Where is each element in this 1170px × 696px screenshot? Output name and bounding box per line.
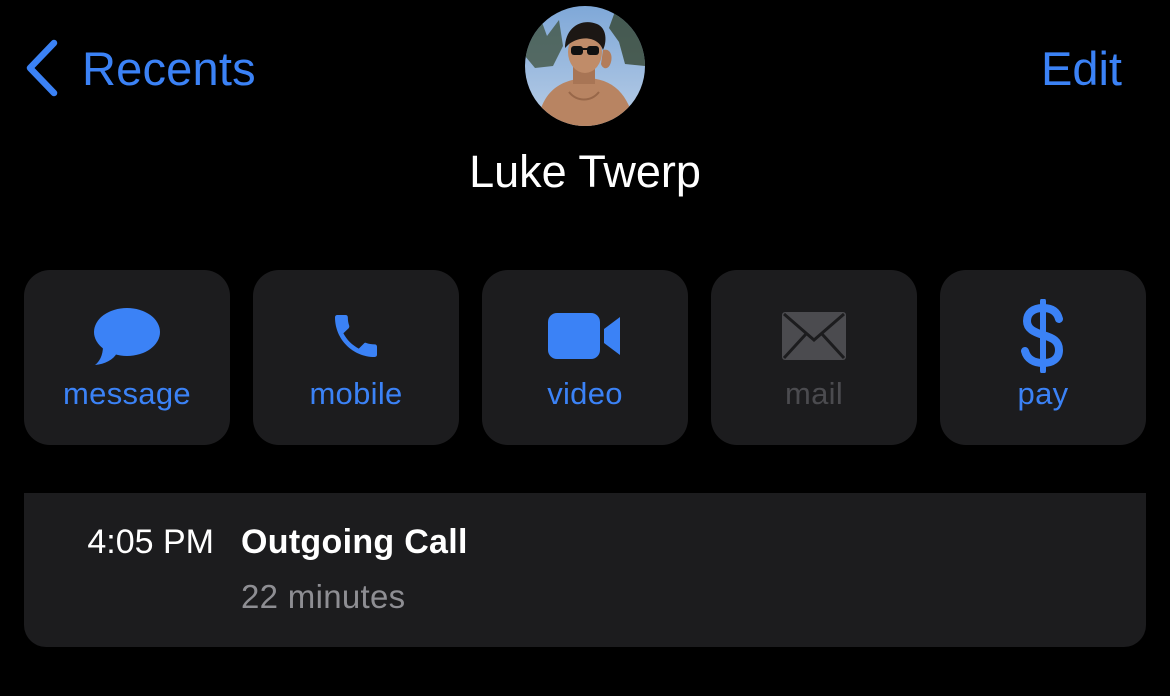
contact-name: Luke Twerp (469, 146, 701, 197)
back-button-label: Recents (82, 41, 256, 95)
pay-action-button[interactable]: pay (940, 270, 1146, 445)
message-action-button[interactable]: message (24, 270, 230, 445)
pay-action-label: pay (1017, 376, 1069, 411)
quick-actions: message mobile video mail pay (24, 270, 1146, 445)
dollar-icon (940, 299, 1146, 373)
mobile-action-label: mobile (309, 376, 403, 411)
video-action-button[interactable]: video (482, 270, 688, 445)
envelope-icon (711, 304, 917, 368)
mail-action-button[interactable]: mail (711, 270, 917, 445)
video-action-label: video (547, 376, 623, 411)
call-duration: 22 minutes (241, 578, 406, 615)
contact-detail-screen: Recents Edit Luke Twerp message mobile v… (0, 0, 1170, 696)
mobile-action-button[interactable]: mobile (253, 270, 459, 445)
edit-button[interactable]: Edit (1041, 36, 1122, 100)
back-button[interactable]: Recents (24, 36, 256, 100)
call-time: 4:05 PM (87, 523, 214, 561)
phone-icon (253, 304, 459, 368)
message-bubble-icon (24, 304, 230, 368)
call-type: Outgoing Call (241, 523, 468, 561)
message-action-label: message (63, 376, 191, 411)
video-camera-icon (482, 304, 688, 368)
avatar[interactable] (525, 6, 645, 126)
call-log-entry: 4:05 PM Outgoing Call 22 minutes (24, 493, 1146, 647)
mail-action-label: mail (784, 376, 844, 411)
chevron-left-icon (24, 39, 60, 97)
